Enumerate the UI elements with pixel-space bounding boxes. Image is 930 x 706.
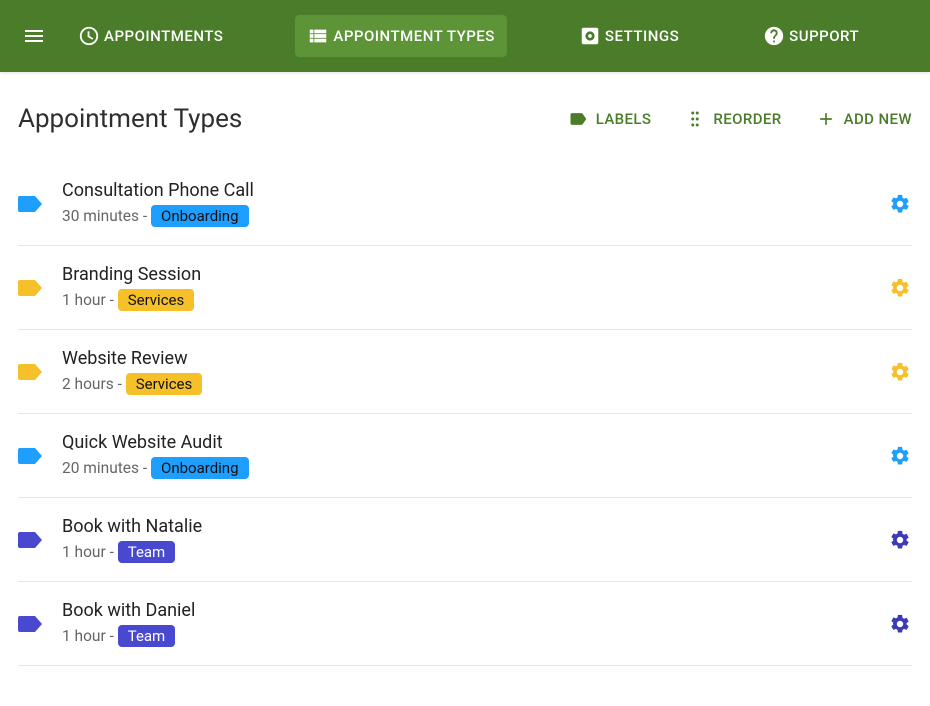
appointment-type-list: Consultation Phone Call 30 minutes - Onbo… [18,162,912,666]
item-settings-button[interactable] [888,276,912,300]
list-item[interactable]: Book with Natalie 1 hour - Team [18,498,912,582]
page: Appointment Types LABELS REORDER ADD NEW… [0,72,930,706]
item-duration: 30 minutes [62,207,139,225]
item-duration: 1 hour [62,627,106,645]
item-title: Book with Natalie [62,516,888,537]
nav-settings[interactable]: SETTINGS [567,15,691,57]
add-new-button[interactable]: ADD NEW [816,109,912,129]
item-meta: 1 hour - Team [62,541,888,563]
item-title: Quick Website Audit [62,432,888,453]
separator: - [106,627,118,645]
list-item[interactable]: Consultation Phone Call 30 minutes - Onbo… [18,162,912,246]
list-item[interactable]: Quick Website Audit 20 minutes - Onboardi… [18,414,912,498]
item-meta: 1 hour - Services [62,289,888,311]
separator: - [106,543,118,561]
tag-icon [18,194,44,214]
tag-icon [18,614,44,634]
page-title: Appointment Types [18,104,242,134]
nav-label: APPOINTMENT TYPES [333,27,495,45]
item-body: Book with Daniel 1 hour - Team [62,600,888,647]
settings-box-icon [579,25,601,47]
separator: - [139,459,151,477]
top-nav: APPOINTMENTS APPOINTMENT TYPES SETTINGS … [0,0,930,72]
item-meta: 20 minutes - Onboarding [62,457,888,479]
nav-appointments[interactable]: APPOINTMENTS [66,15,235,57]
label-icon [568,109,588,129]
nav-label: SETTINGS [605,27,679,45]
item-duration: 2 hours [62,375,114,393]
nav-appointment-types[interactable]: APPOINTMENT TYPES [295,15,507,57]
item-title: Book with Daniel [62,600,888,621]
label-chip: Services [126,373,203,395]
action-label: REORDER [713,110,781,128]
clock-icon [78,25,100,47]
item-settings-button[interactable] [888,360,912,384]
hamburger-icon [22,24,46,48]
item-title: Consultation Phone Call [62,180,888,201]
label-chip: Team [118,541,176,563]
list-item[interactable]: Book with Daniel 1 hour - Team [18,582,912,666]
label-chip: Services [118,289,195,311]
item-settings-button[interactable] [888,192,912,216]
list-item[interactable]: Branding Session 1 hour - Services [18,246,912,330]
label-chip: Team [118,625,176,647]
item-settings-button[interactable] [888,528,912,552]
label-chip: Onboarding [151,205,249,227]
item-title: Branding Session [62,264,888,285]
item-duration: 1 hour [62,291,106,309]
item-body: Branding Session 1 hour - Services [62,264,888,311]
item-duration: 20 minutes [62,459,139,477]
action-label: ADD NEW [844,110,912,128]
item-duration: 1 hour [62,543,106,561]
labels-button[interactable]: LABELS [568,109,652,129]
separator: - [114,375,126,393]
reorder-button[interactable]: REORDER [685,109,781,129]
help-icon [763,25,785,47]
tag-icon [18,362,44,382]
drag-icon [685,109,705,129]
tag-icon [18,278,44,298]
label-chip: Onboarding [151,457,249,479]
page-header: Appointment Types LABELS REORDER ADD NEW [18,104,912,134]
nav-label: SUPPORT [789,27,859,45]
item-meta: 1 hour - Team [62,625,888,647]
tag-icon [18,446,44,466]
action-label: LABELS [596,110,652,128]
plus-icon [816,109,836,129]
item-settings-button[interactable] [888,444,912,468]
item-meta: 30 minutes - Onboarding [62,205,888,227]
tag-icon [18,530,44,550]
item-body: Quick Website Audit 20 minutes - Onboardi… [62,432,888,479]
list-item[interactable]: Website Review 2 hours - Services [18,330,912,414]
item-body: Website Review 2 hours - Services [62,348,888,395]
nav-label: APPOINTMENTS [104,27,223,45]
menu-button[interactable] [10,12,58,60]
item-settings-button[interactable] [888,612,912,636]
separator: - [106,291,118,309]
page-actions: LABELS REORDER ADD NEW [568,109,912,129]
nav-support[interactable]: SUPPORT [751,15,871,57]
item-body: Book with Natalie 1 hour - Team [62,516,888,563]
item-body: Consultation Phone Call 30 minutes - Onbo… [62,180,888,227]
item-meta: 2 hours - Services [62,373,888,395]
separator: - [139,207,151,225]
item-title: Website Review [62,348,888,369]
nav-items: APPOINTMENTS APPOINTMENT TYPES SETTINGS … [66,15,871,57]
list-icon [307,25,329,47]
